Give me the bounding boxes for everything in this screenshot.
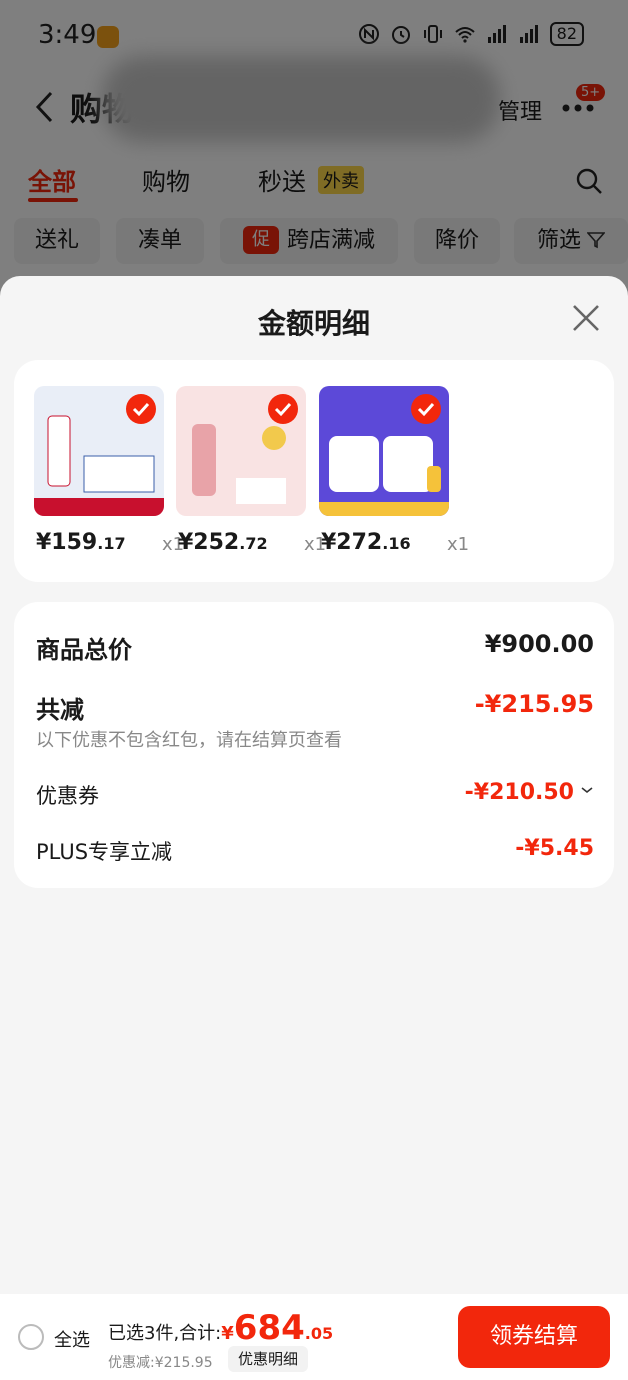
select-all-checkbox[interactable]	[18, 1324, 44, 1350]
select-all-label[interactable]: 全选	[54, 1326, 90, 1352]
total-integer: 684	[233, 1308, 305, 1348]
checkout-button[interactable]: 领券结算	[458, 1306, 610, 1368]
total-line: 已选3件,合计:¥684.05	[108, 1308, 333, 1348]
close-icon[interactable]	[570, 302, 602, 334]
plus-label: PLUS专享立减	[36, 840, 173, 864]
discount-label: 共减	[36, 696, 84, 724]
selected-count-text: 已选3件,合计:	[108, 1323, 222, 1344]
sheet-title: 金额明细	[257, 307, 370, 340]
modal-overlay[interactable]	[0, 0, 628, 300]
selected-check-icon	[268, 394, 298, 424]
coupon-value-wrap: -¥210.50	[465, 780, 594, 805]
product-price: ¥159.17	[36, 530, 126, 555]
total-currency: ¥	[221, 1323, 234, 1344]
discount-value: -¥215.95	[474, 690, 594, 718]
price-integer: ¥272	[321, 530, 383, 555]
amount-detail-sheet: 金额明细 ¥159.17 x1 ¥252.72 x1 ¥272.16 x1 商品…	[0, 276, 628, 1294]
price-summary-card: 商品总价 ¥900.00 共减 -¥215.95 以下优惠不包含红包，请在结算页…	[14, 602, 614, 888]
discount-detail-button[interactable]: 优惠明细	[228, 1346, 309, 1372]
coupon-value: -¥210.50	[464, 780, 574, 805]
price-decimal: .72	[239, 534, 268, 553]
price-decimal: .17	[97, 534, 126, 553]
price-integer: ¥159	[36, 530, 98, 555]
price-integer: ¥252	[178, 530, 240, 555]
total-value: ¥900.00	[484, 630, 594, 658]
product-quantity: x1	[447, 534, 470, 555]
selected-check-icon	[126, 394, 156, 424]
chevron-down-icon[interactable]	[580, 785, 594, 795]
discount-note: 以下优惠不包含红包，请在结算页查看	[36, 730, 342, 751]
selected-check-icon	[411, 394, 441, 424]
total-decimal: .05	[304, 1324, 334, 1343]
plus-value: -¥5.45	[515, 836, 594, 861]
selected-products-card: ¥159.17 x1 ¥252.72 x1 ¥272.16 x1	[14, 360, 614, 582]
product-price: ¥272.16	[321, 530, 411, 555]
total-label: 商品总价	[36, 636, 132, 664]
saved-amount: 优惠减:¥215.95	[108, 1355, 213, 1371]
coupon-label: 优惠券	[36, 784, 99, 808]
checkout-bar: 全选 已选3件,合计:¥684.05 优惠减:¥215.95 优惠明细 领券结算	[0, 1294, 628, 1380]
product-price: ¥252.72	[178, 530, 268, 555]
discount-row: 共减 -¥215.95 以下优惠不包含红包，请在结算页查看	[36, 690, 594, 751]
price-decimal: .16	[382, 534, 411, 553]
